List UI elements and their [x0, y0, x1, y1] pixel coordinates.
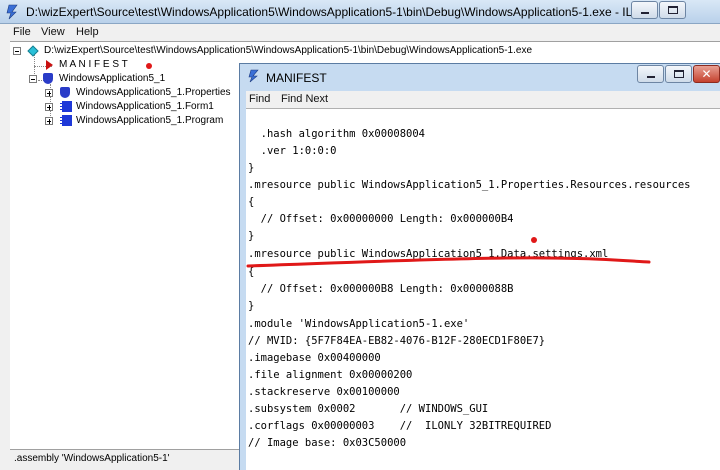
code-line: // MVID: {5F7F84EA-EB82-4076-B12F-280ECD… — [248, 335, 546, 347]
tree-item-label: WindowsApplication5_1.Properties — [76, 87, 231, 98]
maximize-icon — [668, 6, 678, 14]
manifest-menubar: Find Find Next — [246, 91, 720, 108]
maximize-icon — [674, 70, 684, 78]
collapse-icon[interactable] — [29, 75, 37, 83]
status-bar: .assembly 'WindowsApplication5-1' — [10, 449, 240, 470]
minimize-icon — [641, 12, 649, 14]
code-line: .ver 1:0:0:0 — [248, 145, 337, 157]
code-line: // Image base: 0x03C50000 — [248, 437, 407, 449]
main-titlebar[interactable]: D:\wizExpert\Source\test\WindowsApplicat… — [0, 0, 720, 24]
minimize-button[interactable] — [631, 1, 658, 19]
namespace-label: WindowsApplication5_1 — [59, 73, 166, 84]
ildasm-app-icon — [248, 69, 259, 83]
code-line: } — [248, 300, 255, 312]
tree-item-label: WindowsApplication5_1.Form1 — [76, 101, 214, 112]
minimize-icon — [647, 76, 655, 78]
class-shield-icon — [60, 87, 70, 98]
manifest-label: M A N I F E S T — [59, 59, 128, 70]
menu-find[interactable]: Find — [249, 93, 270, 105]
code-line: { — [248, 196, 255, 208]
annotation-dot — [531, 237, 537, 243]
minimize-button[interactable] — [637, 65, 664, 83]
close-button[interactable]: ✕ — [693, 65, 720, 83]
expand-icon[interactable] — [45, 103, 53, 111]
window-title: D:\wizExpert\Source\test\WindowsApplicat… — [26, 5, 652, 19]
code-line: } — [248, 230, 255, 242]
manifest-window: MANIFEST ✕ Find Find Next .hash algorith… — [239, 63, 720, 470]
code-line: } — [248, 162, 255, 174]
code-line: .corflags 0x00000003 // ILONLY 32BITREQU… — [248, 420, 552, 432]
code-line: .mresource public WindowsApplication5_1.… — [248, 179, 691, 191]
menu-find-next[interactable]: Find Next — [281, 93, 328, 105]
code-line: { — [248, 266, 255, 278]
code-line: .module 'WindowsApplication5-1.exe' — [248, 318, 470, 330]
menu-view[interactable]: View — [41, 26, 65, 38]
namespace-shield-icon — [43, 73, 53, 84]
ildasm-app-icon — [6, 4, 18, 20]
code-line: .hash algorithm 0x00008004 — [248, 128, 426, 140]
maximize-button[interactable] — [659, 1, 686, 19]
code-line: .subsystem 0x0002 // WINDOWS_GUI — [248, 403, 489, 415]
class-icon — [60, 101, 72, 112]
code-line: // Offset: 0x00000000 Length: 0x000000B4 — [248, 213, 514, 225]
tree-root-label: D:\wizExpert\Source\test\WindowsApplicat… — [44, 45, 533, 56]
class-icon — [60, 115, 72, 126]
assembly-diamond-icon — [27, 45, 39, 57]
annotation-dot — [146, 63, 152, 69]
manifest-text-view[interactable]: .hash algorithm 0x00008004 .ver 1:0:0:0 … — [246, 108, 720, 470]
manifest-triangle-icon — [46, 60, 53, 70]
code-line: // Offset: 0x000000B8 Length: 0x0000088B — [248, 283, 514, 295]
expand-icon[interactable] — [45, 89, 53, 97]
manifest-window-controls: ✕ — [636, 65, 720, 83]
code-line: .file alignment 0x00000200 — [248, 369, 413, 381]
menu-file[interactable]: File — [13, 26, 31, 38]
main-menubar: File View Help — [0, 24, 720, 41]
tree-item-label: WindowsApplication5_1.Program — [76, 115, 224, 126]
expand-icon[interactable] — [45, 117, 53, 125]
close-icon: ✕ — [701, 67, 712, 81]
code-line: .stackreserve 0x00100000 — [248, 386, 400, 398]
status-text: .assembly 'WindowsApplication5-1' — [14, 453, 170, 464]
collapse-icon[interactable] — [13, 47, 21, 55]
window-controls — [630, 1, 686, 19]
manifest-window-title: MANIFEST — [266, 71, 327, 85]
code-line-highlighted: .mresource public WindowsApplication5_1.… — [248, 248, 609, 260]
maximize-button[interactable] — [665, 65, 692, 83]
menu-help[interactable]: Help — [76, 26, 99, 38]
code-line: .imagebase 0x00400000 — [248, 352, 381, 364]
